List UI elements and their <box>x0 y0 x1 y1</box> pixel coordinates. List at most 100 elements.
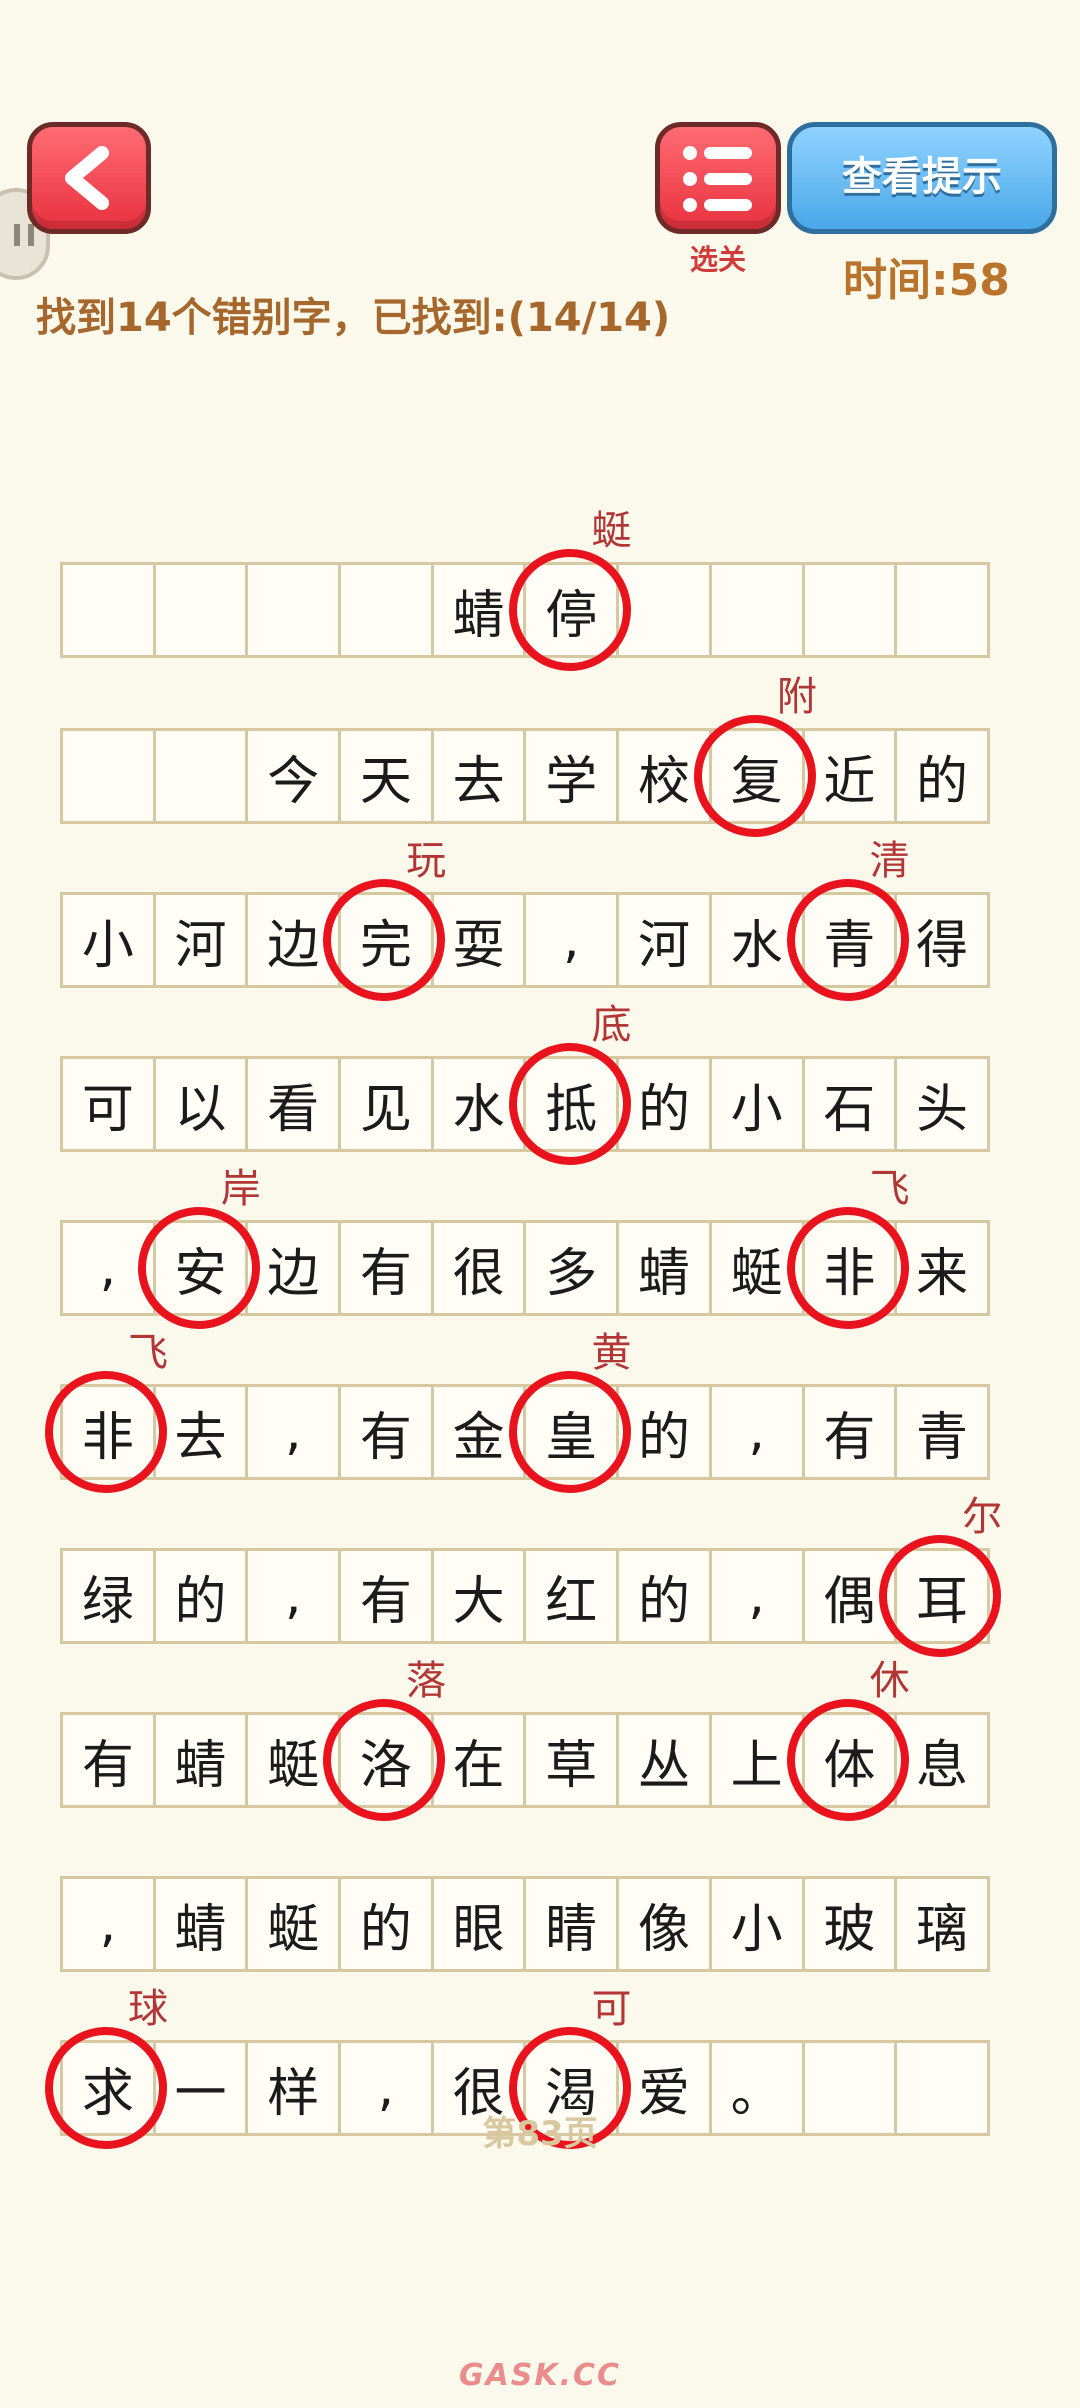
grid-cell[interactable]: , <box>60 1220 156 1316</box>
grid-cell[interactable] <box>894 562 990 658</box>
grid-cell[interactable]: , <box>708 1384 805 1480</box>
grid-cell[interactable]: 学 <box>523 728 620 824</box>
grid-cell[interactable]: 金 <box>430 1384 527 1480</box>
grid-cell[interactable]: 有 <box>338 1384 434 1480</box>
grid-cell[interactable]: 眼 <box>430 1876 527 1972</box>
grid-cell[interactable]: 很 <box>430 1220 527 1316</box>
grid-cell[interactable]: 体 <box>801 1712 898 1808</box>
grid-cell[interactable]: 上 <box>708 1712 805 1808</box>
grid-cell[interactable]: 的 <box>338 1876 434 1972</box>
grid-cell[interactable]: 蜓 <box>245 1712 342 1808</box>
grid-cell[interactable]: 蜻 <box>152 1712 249 1808</box>
grid-cell[interactable]: 青 <box>894 1384 990 1480</box>
grid-cell[interactable]: 耍 <box>430 892 527 988</box>
grid-cell[interactable]: 来 <box>894 1220 990 1316</box>
grid-cell[interactable]: 睛 <box>523 1876 620 1972</box>
grid-cell[interactable]: 小 <box>708 1876 805 1972</box>
correction-label: 黄 <box>591 1330 632 1376</box>
grid-cell[interactable]: 璃 <box>894 1876 990 1972</box>
grid-cell[interactable]: 大 <box>430 1548 527 1644</box>
grid-cell[interactable]: 偶 <box>801 1548 898 1644</box>
task-progress-text: 找到14个错别字，已找到:(14/14) <box>36 295 671 341</box>
grid-cell[interactable] <box>708 562 805 658</box>
grid-cell[interactable]: 的 <box>894 728 990 824</box>
grid-cell[interactable] <box>801 562 898 658</box>
grid-cell[interactable]: 有 <box>338 1220 434 1316</box>
grid-cell[interactable]: 洛 <box>338 1712 434 1808</box>
grid-cell[interactable]: 蜓 <box>245 1876 342 1972</box>
grid-cell[interactable]: 像 <box>616 1876 712 1972</box>
grid-cell[interactable]: 得 <box>894 892 990 988</box>
grid-cell[interactable]: 完 <box>338 892 434 988</box>
grid-cell[interactable]: , <box>245 1548 342 1644</box>
grid-cell[interactable]: 安 <box>152 1220 249 1316</box>
grid-cell[interactable]: 头 <box>894 1056 990 1152</box>
grid-cell[interactable]: 有 <box>338 1548 434 1644</box>
grid-cell[interactable]: 可 <box>60 1056 156 1152</box>
grid-cell[interactable]: 近 <box>801 728 898 824</box>
grid-cell[interactable]: 蜻 <box>616 1220 712 1316</box>
grid-row: 非去,有金皇的,有青 <box>60 1384 1017 1480</box>
grid-cell[interactable] <box>152 728 249 824</box>
grid-cell[interactable]: 息 <box>894 1712 990 1808</box>
grid-cell[interactable]: 绿 <box>60 1548 156 1644</box>
grid-cell[interactable]: 的 <box>616 1548 712 1644</box>
grid-cell[interactable]: 看 <box>245 1056 342 1152</box>
grid-cell[interactable]: 以 <box>152 1056 249 1152</box>
grid-cell[interactable]: 停 <box>523 562 620 658</box>
grid-cell[interactable]: 边 <box>245 892 342 988</box>
grid-cell[interactable]: , <box>60 1876 156 1972</box>
grid-cell[interactable]: 多 <box>523 1220 620 1316</box>
grid-cell[interactable]: , <box>708 1548 805 1644</box>
level-select-button[interactable] <box>655 122 781 234</box>
correction-label: 可 <box>591 1986 632 2032</box>
grid-cell[interactable]: , <box>523 892 620 988</box>
grid-cell[interactable]: 在 <box>430 1712 527 1808</box>
grid-cell[interactable]: 去 <box>430 728 527 824</box>
correction-label: 清 <box>869 838 910 884</box>
grid-cell[interactable]: 红 <box>523 1548 620 1644</box>
grid-cell[interactable]: 边 <box>245 1220 342 1316</box>
grid-cell[interactable] <box>60 562 156 658</box>
grid-cell[interactable]: 石 <box>801 1056 898 1152</box>
grid-cell[interactable]: 蜻 <box>430 562 527 658</box>
grid-cell[interactable]: 复 <box>708 728 805 824</box>
grid-cell[interactable]: 丛 <box>616 1712 712 1808</box>
grid-cell[interactable]: 河 <box>152 892 249 988</box>
back-button[interactable] <box>27 122 151 234</box>
grid-cell[interactable]: 水 <box>430 1056 527 1152</box>
view-hint-button[interactable]: 查看提示 <box>787 122 1057 234</box>
grid-cell[interactable] <box>616 562 712 658</box>
grid-cell[interactable]: 耳 <box>894 1548 990 1644</box>
grid-cell[interactable]: 草 <box>523 1712 620 1808</box>
grid-cell[interactable]: 天 <box>338 728 434 824</box>
grid-cell[interactable] <box>152 562 249 658</box>
grid-cell[interactable]: 小 <box>60 892 156 988</box>
grid-cell[interactable]: 水 <box>708 892 805 988</box>
grid-cell[interactable]: 非 <box>60 1384 156 1480</box>
grid-cell[interactable]: 有 <box>801 1384 898 1480</box>
grid-cell[interactable]: , <box>245 1384 342 1480</box>
grid-cell[interactable]: 校 <box>616 728 712 824</box>
grid-cell[interactable]: 皇 <box>523 1384 620 1480</box>
grid-cell[interactable]: 见 <box>338 1056 434 1152</box>
grid-cell[interactable]: 今 <box>245 728 342 824</box>
grid-cell[interactable]: 河 <box>616 892 712 988</box>
grid-cell[interactable]: 非 <box>801 1220 898 1316</box>
grid-cell[interactable] <box>338 562 434 658</box>
grid-cell[interactable]: 的 <box>616 1056 712 1152</box>
grid-cell[interactable]: 的 <box>616 1384 712 1480</box>
grid-cell[interactable]: 有 <box>60 1712 156 1808</box>
grid-cell[interactable]: 去 <box>152 1384 249 1480</box>
grid-cell[interactable]: 蜻 <box>152 1876 249 1972</box>
grid-cell[interactable]: 蜓 <box>708 1220 805 1316</box>
grid-cell[interactable]: 抵 <box>523 1056 620 1152</box>
grid-cell[interactable] <box>60 728 156 824</box>
grid-cell[interactable]: 玻 <box>801 1876 898 1972</box>
watermark-text: GASK.CC <box>458 2358 622 2393</box>
correction-label: 蜓 <box>591 508 632 554</box>
grid-cell[interactable]: 小 <box>708 1056 805 1152</box>
grid-cell[interactable] <box>245 562 342 658</box>
grid-cell[interactable]: 青 <box>801 892 898 988</box>
grid-cell[interactable]: 的 <box>152 1548 249 1644</box>
